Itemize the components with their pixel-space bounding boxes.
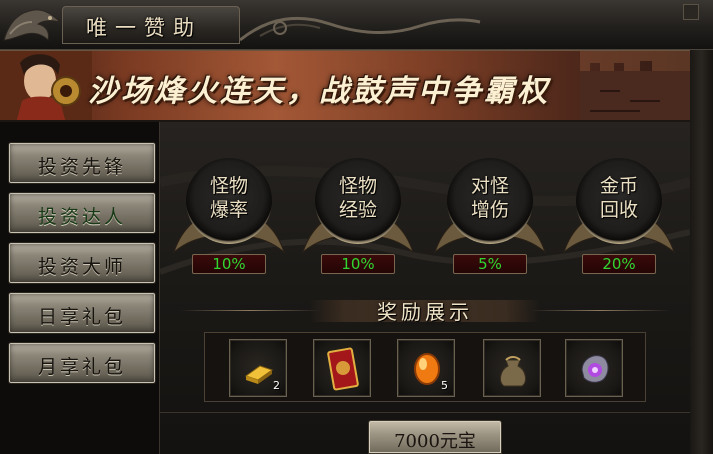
sidebar-item-label: 投资达人 xyxy=(37,206,126,228)
bonus-value: 5% xyxy=(453,254,527,274)
sidebar-item-expert[interactable]: 投资达人 xyxy=(8,192,156,234)
bonus-medal-gold-recycle: 金币 回收 20% xyxy=(562,152,676,280)
title-bar: 唯一赞助 xyxy=(0,0,713,50)
divider-left xyxy=(180,310,320,311)
bonus-value: 20% xyxy=(582,254,656,274)
banner: 沙场烽火连天，战鼓声中争霸权 xyxy=(0,50,690,122)
reward-slot-red-card[interactable] xyxy=(313,339,371,397)
bonus-value: 10% xyxy=(192,254,266,274)
sidebar-item-label: 投资大师 xyxy=(37,256,126,278)
bonus-value: 10% xyxy=(321,254,395,274)
sidebar: 投资先锋 投资达人 投资大师 日享礼包 月享礼包 xyxy=(0,122,160,454)
reward-count: 5 xyxy=(441,379,448,392)
reward-count: 2 xyxy=(273,379,280,392)
rewards-title-text: 奖励展示 xyxy=(377,300,473,324)
banner-slogan: 沙场烽火连天，战鼓声中争霸权 xyxy=(88,74,550,109)
right-edge-scroll xyxy=(690,50,713,454)
scroll-ornament-icon xyxy=(240,16,481,42)
bonus-label: 怪物 爆率 xyxy=(209,175,248,221)
sidebar-item-label: 日享礼包 xyxy=(37,306,126,328)
bonus-label: 金币 回收 xyxy=(599,175,638,221)
sponsor-window: 唯一赞助 沙场烽火连天，战鼓声中争霸权 投资先锋 投资达人 投资大师 日享礼包 … xyxy=(0,0,713,454)
sidebar-item-monthly-pack[interactable]: 月享礼包 xyxy=(8,342,156,384)
purchase-button[interactable]: 7000元宝 xyxy=(368,420,502,454)
purchase-price-label: 7000元宝 xyxy=(394,431,476,452)
main-panel: 怪物 爆率 10% 怪物 经验 10% 对怪 增伤 5% 金币 回收 20% 奖… xyxy=(160,122,690,454)
bonus-medal-drop-rate: 怪物 爆率 10% xyxy=(172,152,286,280)
window-title: 唯一赞助 xyxy=(86,16,202,40)
close-button[interactable] xyxy=(683,4,699,20)
sidebar-item-label: 投资先锋 xyxy=(37,156,126,178)
bonus-medal-damage: 对怪 增伤 5% xyxy=(433,152,547,280)
pouch-icon xyxy=(500,356,526,387)
reward-slot-gold-bar[interactable]: 2 xyxy=(229,339,287,397)
divider-right xyxy=(530,310,670,311)
sidebar-item-label: 月享礼包 xyxy=(37,356,126,378)
sidebar-item-master[interactable]: 投资大师 xyxy=(8,242,156,284)
red-card-icon xyxy=(327,347,359,391)
rewards-row: 2 5 xyxy=(204,332,646,402)
bonus-label: 对怪 增伤 xyxy=(470,175,509,221)
reward-slot-pouch[interactable] xyxy=(483,339,541,397)
castle-wall-icon xyxy=(580,51,690,120)
purple-stone-icon xyxy=(581,355,609,383)
rewards-title: 奖励展示 xyxy=(310,292,540,328)
bonus-label: 怪物 经验 xyxy=(338,175,377,221)
sidebar-item-daily-pack[interactable]: 日享礼包 xyxy=(8,292,156,334)
reward-slot-purple-stone[interactable] xyxy=(565,339,623,397)
warrior-portrait-icon xyxy=(0,51,92,120)
bonus-medal-exp: 怪物 经验 10% xyxy=(301,152,415,280)
section-divider xyxy=(160,412,690,413)
dragon-ornament-icon xyxy=(3,9,62,41)
reward-slot-orange-gem[interactable]: 5 xyxy=(397,339,455,397)
sidebar-item-pioneer[interactable]: 投资先锋 xyxy=(8,142,156,184)
